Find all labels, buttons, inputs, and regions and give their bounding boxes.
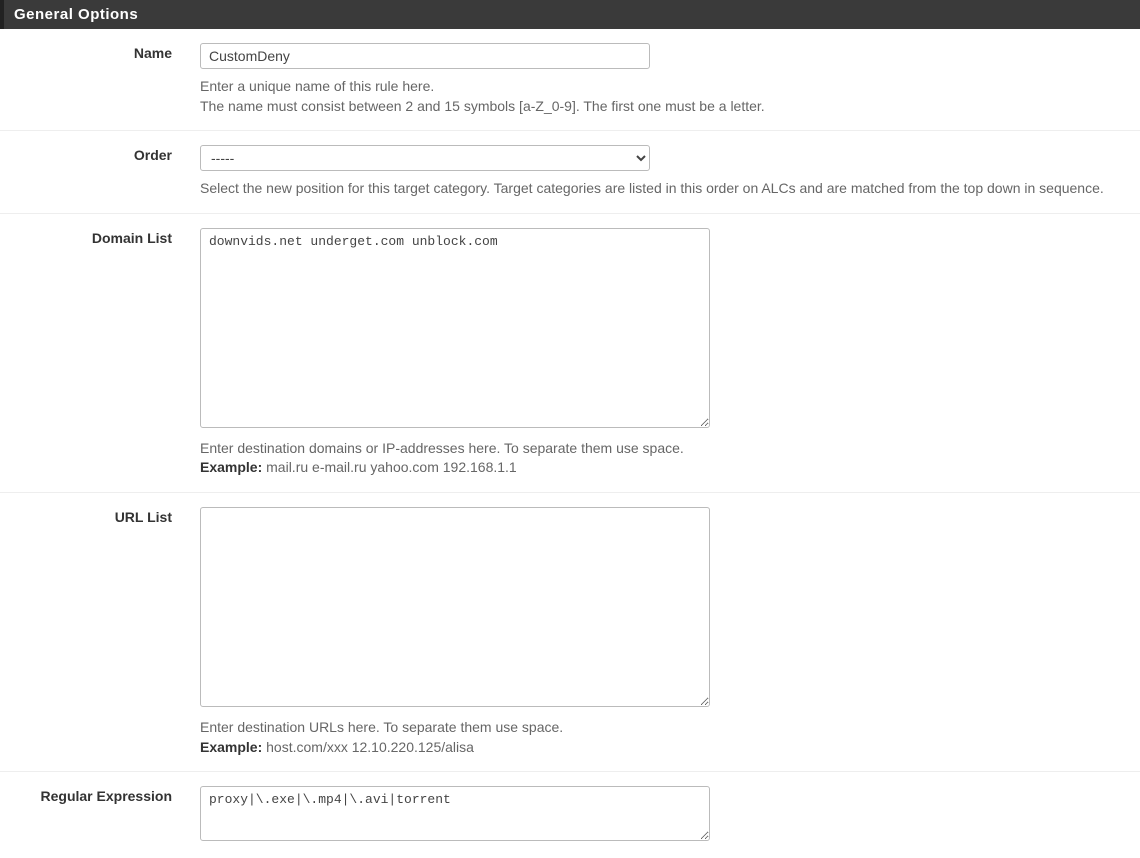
domain-list-field-cell: downvids.net underget.com unblock.com En… — [200, 228, 1140, 478]
order-select[interactable]: ----- — [200, 145, 650, 171]
order-row: Order ----- Select the new position for … — [0, 131, 1140, 214]
url-list-field-cell: Enter destination URLs here. To separate… — [200, 507, 1140, 757]
domain-list-help: Enter destination domains or IP-addresse… — [200, 439, 1124, 478]
name-help-line2: The name must consist between 2 and 15 s… — [200, 98, 765, 114]
domain-list-help-line1: Enter destination domains or IP-addresse… — [200, 440, 684, 456]
domain-list-row: Domain List downvids.net underget.com un… — [0, 214, 1140, 493]
name-label: Name — [0, 43, 200, 61]
url-list-textarea[interactable] — [200, 507, 710, 707]
url-list-example-text: host.com/xxx 12.10.220.125/alisa — [262, 739, 474, 755]
name-row: Name Enter a unique name of this rule he… — [0, 29, 1140, 131]
url-list-example-label: Example: — [200, 739, 262, 755]
regex-field-cell: proxy|\.exe|\.mp4|\.avi|torrent — [200, 786, 1140, 844]
url-list-help-line1: Enter destination URLs here. To separate… — [200, 719, 563, 735]
regex-textarea[interactable]: proxy|\.exe|\.mp4|\.avi|torrent — [200, 786, 710, 841]
url-list-label: URL List — [0, 507, 200, 525]
name-help: Enter a unique name of this rule here. T… — [200, 77, 1124, 116]
order-field-cell: ----- Select the new position for this t… — [200, 145, 1140, 199]
order-label: Order — [0, 145, 200, 163]
url-list-help: Enter destination URLs here. To separate… — [200, 718, 1124, 757]
name-input[interactable] — [200, 43, 650, 69]
url-list-row: URL List Enter destination URLs here. To… — [0, 493, 1140, 772]
regex-row: Regular Expression proxy|\.exe|\.mp4|\.a… — [0, 772, 1140, 858]
domain-list-example-text: mail.ru e-mail.ru yahoo.com 192.168.1.1 — [262, 459, 516, 475]
domain-list-label: Domain List — [0, 228, 200, 246]
name-help-line1: Enter a unique name of this rule here. — [200, 78, 434, 94]
domain-list-textarea[interactable]: downvids.net underget.com unblock.com — [200, 228, 710, 428]
name-field-cell: Enter a unique name of this rule here. T… — [200, 43, 1140, 116]
order-help: Select the new position for this target … — [200, 179, 1124, 199]
section-header: General Options — [0, 0, 1140, 29]
domain-list-example-label: Example: — [200, 459, 262, 475]
regex-label: Regular Expression — [0, 786, 200, 804]
